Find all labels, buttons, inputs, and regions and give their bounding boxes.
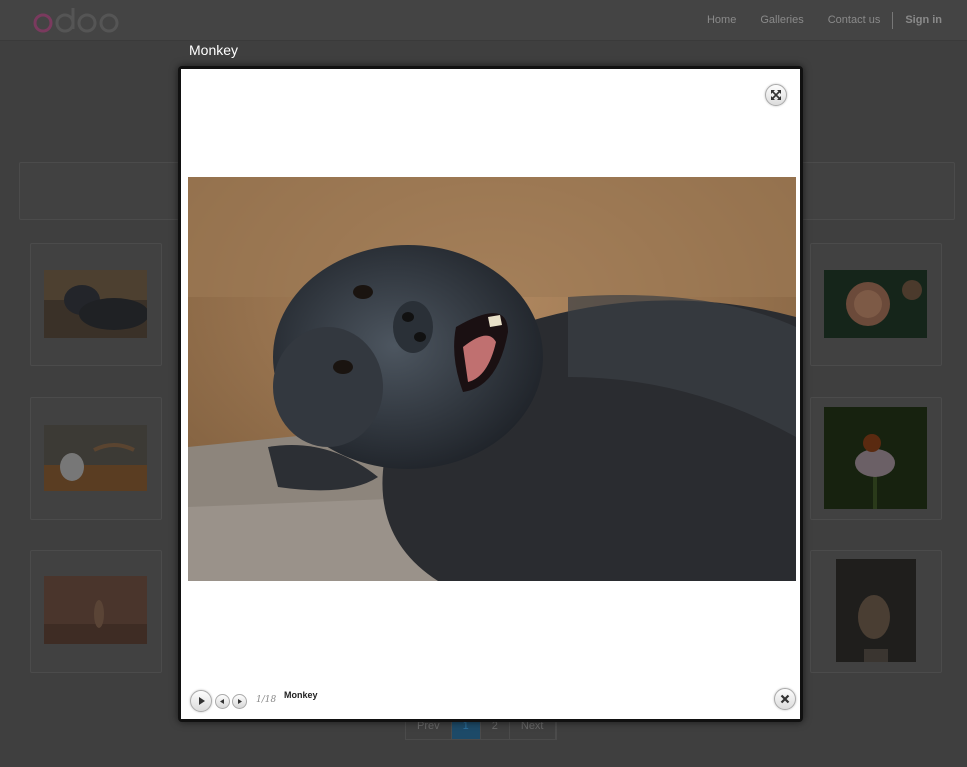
bird-thumbnail[interactable] [836, 559, 916, 662]
image-counter: 1/18 [256, 695, 277, 705]
dog-art-thumbnail[interactable] [44, 425, 147, 491]
expand-icon [771, 90, 781, 100]
meerkat-thumbnail[interactable] [44, 576, 147, 644]
lightbox-photo [188, 177, 796, 581]
image-caption: Monkey [284, 690, 318, 700]
thumbnail-card[interactable] [810, 550, 942, 673]
nav-divider [892, 11, 894, 29]
close-icon [780, 694, 790, 704]
nav-home-link[interactable]: Home [707, 14, 736, 26]
nav-galleries-link[interactable]: Galleries [760, 14, 803, 26]
chevron-right-icon [238, 699, 242, 704]
play-slideshow-button[interactable] [190, 690, 212, 712]
previous-image-button[interactable] [215, 694, 230, 709]
flower-thumbnail[interactable] [824, 407, 927, 509]
thumbnail-card[interactable] [30, 243, 162, 366]
thumbnail-card[interactable] [30, 397, 162, 520]
fullscreen-button[interactable] [765, 84, 787, 106]
lightbox-title: Monkey [189, 42, 239, 58]
odoo-logo[interactable] [33, 5, 121, 35]
nav-contact-link[interactable]: Contact us [828, 14, 881, 26]
close-lightbox-button[interactable] [774, 688, 796, 710]
play-icon [199, 697, 205, 705]
nav-links: Home Galleries Contact us Sign in [683, 0, 942, 40]
next-image-button[interactable] [232, 694, 247, 709]
thumbnail-card[interactable] [30, 550, 162, 673]
fish-thumbnail[interactable] [824, 270, 927, 338]
gorilla-thumbnail[interactable] [44, 270, 147, 338]
top-navbar: Home Galleries Contact us Sign in [0, 0, 967, 41]
chevron-left-icon [220, 699, 224, 704]
sign-in-link[interactable]: Sign in [905, 14, 942, 26]
thumbnail-card[interactable] [810, 397, 942, 520]
thumbnail-card[interactable] [810, 243, 942, 366]
